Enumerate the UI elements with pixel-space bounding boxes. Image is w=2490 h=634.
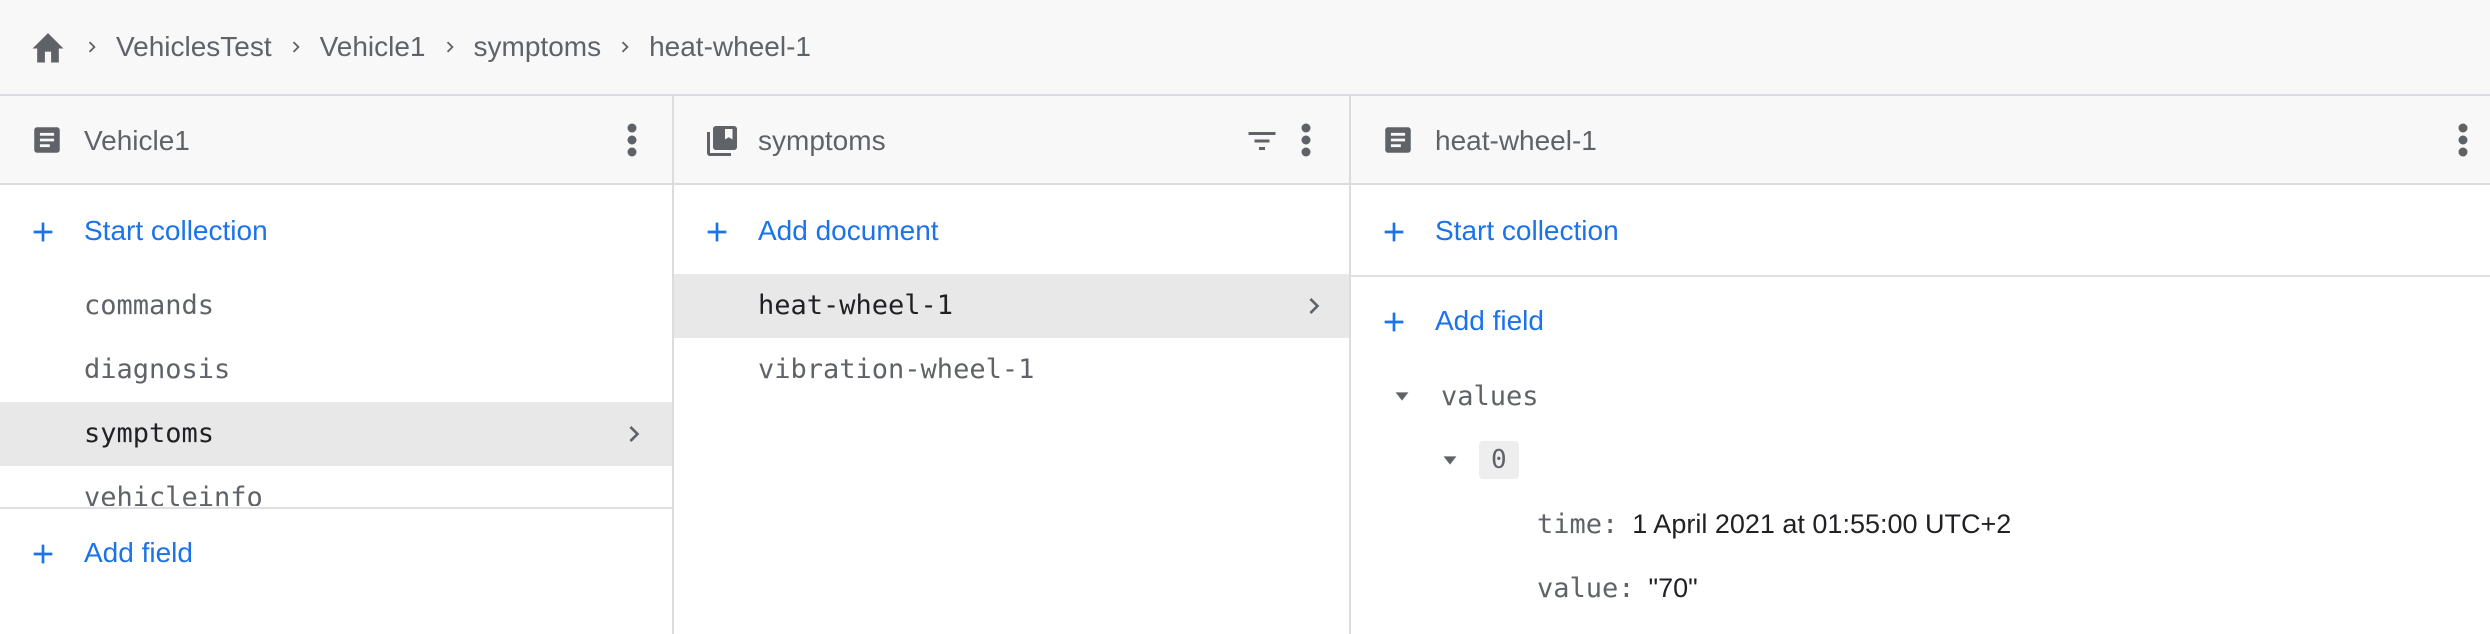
- fields-panel-header: heat-wheel-1: [1351, 96, 2490, 185]
- breadcrumb-item-heat-wheel-1[interactable]: heat-wheel-1: [649, 31, 811, 63]
- document-icon: [30, 123, 64, 157]
- more-vert-icon[interactable]: [2451, 120, 2475, 160]
- document-item-heat-wheel-1[interactable]: heat-wheel-1: [674, 274, 1349, 338]
- more-vert-icon[interactable]: [620, 120, 644, 160]
- plus-icon: [27, 538, 59, 570]
- collection-list: commands diagnosis symptoms vehicleinfo: [0, 274, 672, 506]
- collection-item-commands[interactable]: commands: [0, 274, 672, 338]
- breadcrumb-item-vehicle1[interactable]: Vehicle1: [320, 31, 426, 63]
- add-document-label: Add document: [758, 215, 939, 246]
- breadcrumb: VehiclesTest Vehicle1 symptoms heat-whee…: [0, 0, 2490, 96]
- add-field-label: Add field: [84, 537, 193, 568]
- collection-name: diagnosis: [84, 354, 231, 385]
- plus-icon: [27, 216, 59, 248]
- array-index: 0: [1479, 441, 1519, 479]
- field-value: "70": [1648, 572, 1698, 603]
- field-entry-value[interactable]: value: "70": [1537, 556, 1698, 620]
- chevron-right-icon: [426, 27, 474, 67]
- array-item-0: 0: [1435, 428, 1519, 492]
- chevron-right-icon: [1298, 290, 1330, 322]
- chevron-right-icon: [272, 27, 320, 67]
- chevron-right-icon: [68, 27, 116, 67]
- collection-item-diagnosis[interactable]: diagnosis: [0, 338, 672, 402]
- plus-icon: [701, 216, 733, 248]
- collection-item-vehicleinfo[interactable]: vehicleinfo: [0, 466, 672, 506]
- caret-down-icon[interactable]: [1435, 445, 1465, 475]
- add-field-button[interactable]: Add field: [1351, 277, 2490, 365]
- collection-panel: symptoms Add document heat-wheel-1 vibra…: [674, 96, 1351, 634]
- filter-icon[interactable]: [1242, 123, 1282, 159]
- start-collection-label: Start collection: [1435, 215, 1619, 246]
- chevron-right-icon: [601, 27, 649, 67]
- document-item-vibration-wheel-1[interactable]: vibration-wheel-1: [674, 338, 1349, 402]
- start-collection-button[interactable]: Start collection: [0, 187, 672, 275]
- document-panel-title: Vehicle1: [84, 125, 190, 156]
- caret-down-icon[interactable]: [1387, 381, 1417, 411]
- document-id: heat-wheel-1: [758, 290, 954, 321]
- collection-name: vehicleinfo: [84, 482, 263, 506]
- collection-panel-title: symptoms: [758, 125, 886, 156]
- start-collection-button[interactable]: Start collection: [1351, 187, 2490, 275]
- document-list: heat-wheel-1 vibration-wheel-1: [674, 274, 1349, 402]
- field-key: values: [1441, 380, 1539, 412]
- panels-container: Vehicle1 Start collection commands diagn…: [0, 96, 2490, 634]
- field-value: 1 April 2021 at 01:55:00 UTC+2: [1632, 508, 2012, 539]
- breadcrumb-item-symptoms[interactable]: symptoms: [474, 31, 602, 63]
- field-entry-time[interactable]: time: 1 April 2021 at 01:55:00 UTC+2: [1537, 492, 2011, 556]
- collection-panel-header: symptoms: [674, 96, 1349, 185]
- plus-icon: [1378, 216, 1410, 248]
- collection-name: commands: [84, 290, 215, 321]
- breadcrumb-item-vehiclestest[interactable]: VehiclesTest: [116, 31, 272, 63]
- collection-name: symptoms: [84, 418, 215, 449]
- field-key: value:: [1537, 572, 1635, 604]
- add-field-label: Add field: [1435, 305, 1544, 336]
- chevron-right-icon: [618, 418, 650, 450]
- home-icon[interactable]: [28, 27, 68, 67]
- document-id: vibration-wheel-1: [758, 354, 1035, 385]
- add-document-button[interactable]: Add document: [674, 187, 1349, 275]
- field-values: values: [1387, 364, 1539, 428]
- document-icon: [1381, 123, 1415, 157]
- collection-icon: [704, 123, 738, 157]
- field-key: time:: [1537, 508, 1619, 540]
- add-field-button[interactable]: Add field: [0, 509, 672, 597]
- start-collection-label: Start collection: [84, 215, 268, 246]
- fields-panel: heat-wheel-1 Start collection Add field …: [1351, 96, 2490, 634]
- document-panel: Vehicle1 Start collection commands diagn…: [0, 96, 674, 634]
- plus-icon: [1378, 306, 1410, 338]
- more-vert-icon[interactable]: [1294, 120, 1318, 160]
- collection-item-symptoms[interactable]: symptoms: [0, 402, 672, 466]
- document-panel-header: Vehicle1: [0, 96, 672, 185]
- fields-panel-title: heat-wheel-1: [1435, 125, 1597, 156]
